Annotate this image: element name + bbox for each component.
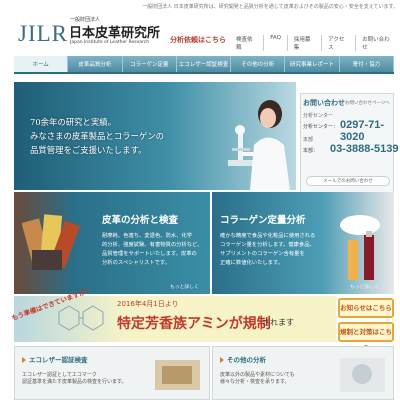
- leather-swatches-illustration: [22, 214, 81, 270]
- tab-eco-leather[interactable]: エコレザー認証検査: [177, 56, 232, 72]
- tab-donation[interactable]: 寄付・協力: [340, 56, 394, 72]
- logo-english: Japan Institute of Leather Research: [70, 40, 150, 45]
- leather-body-line: 的分析、強度試験、有害物質の分析など、: [102, 242, 203, 248]
- contact-title: お問い合わせ: [303, 99, 345, 107]
- leather-body-line: 品質管理をサポートいたします。皮革の: [102, 251, 197, 257]
- scientist-illustration: [242, 100, 290, 190]
- eco-leather-image: [155, 360, 200, 390]
- header-tagline: 一般財団法人 日本皮革研究所は、研究開発と品質分析を通じて皮革およびその製品の安…: [142, 4, 398, 10]
- logo-abbr[interactable]: JILR: [18, 21, 68, 47]
- analysis-request-link[interactable]: 分析依頼はこちら: [170, 35, 226, 45]
- regulation-measures-button[interactable]: 規制と対策はこちら: [338, 322, 394, 352]
- tab-leather-analysis[interactable]: 皮革品質分析: [68, 56, 123, 72]
- top-links: 検査依頼 FAQ 採用募集 アクセス お問い合わせ: [230, 35, 400, 51]
- top-link-access[interactable]: アクセス: [321, 35, 355, 51]
- arrow-right-icon: [220, 357, 224, 363]
- hero-line-3: 品質管理をご支援いたします。: [30, 145, 147, 155]
- logo-title[interactable]: 日本皮革研究所: [69, 22, 160, 41]
- other-body-line: 皮革以外の製品や素材についても: [220, 372, 295, 378]
- tab-research-report[interactable]: 研究事業レポート: [285, 56, 340, 72]
- leather-more-link[interactable]: もっと詳しく: [170, 283, 199, 290]
- eco-body-line: エコレザー認証としてエコマーク: [22, 372, 97, 378]
- eco-leather-title[interactable]: エコレザー認証検査: [22, 354, 88, 364]
- other-body-line: 様々な分析・検査を承ります。: [220, 379, 290, 385]
- phone1-label: 分析センター：: [303, 124, 339, 130]
- collagen-body-line: コラーゲン量を分析します。健康食品、: [220, 242, 315, 248]
- contact-center-label: 分析センター: [303, 113, 334, 119]
- banner-tail: されます: [262, 318, 294, 327]
- tab-other-analysis[interactable]: その他の分析: [231, 56, 286, 72]
- eco-title-text: エコレザー認証検査: [29, 356, 88, 364]
- mail-contact-button[interactable]: メールでのお問い合わせ: [306, 176, 390, 186]
- phone-number-hq[interactable]: 03-3888-5139: [330, 143, 399, 155]
- banner-headline: 特定芳香族アミンが規制: [117, 316, 271, 332]
- hero-line-1: 70余年の研究と実績。: [30, 117, 117, 127]
- phone2-label: 本部：: [303, 148, 319, 154]
- leather-body-line: 分析のスペシャリストです。: [102, 260, 170, 266]
- top-link-contact[interactable]: お問い合わせ: [355, 35, 400, 51]
- contact-hq-label: 本部: [303, 137, 314, 143]
- collagen-card-body: 確かな精度で食品や化粧品に使用される コラーゲン量を分析します。健康食品、 サプ…: [220, 232, 315, 268]
- leather-card-body: 耐摩耗、色落ち、変退色、防水、化学 的分析、強度試験、有害物質の分析など、 品質…: [102, 232, 202, 268]
- phone-number-center[interactable]: 0297-71-3020: [340, 119, 400, 143]
- news-button[interactable]: お知らせはこちら: [338, 298, 394, 318]
- collagen-body-line: 正確に数値化いたします。: [220, 260, 284, 266]
- collagen-card-title[interactable]: コラーゲン定量分析: [220, 212, 306, 226]
- hero-copy: 70余年の研究と実績。 みなさまの皮革製品とコラーゲンの 品質管理をご支援いたし…: [30, 115, 164, 157]
- contact-page-link[interactable]: お問い合わせページへ: [345, 100, 390, 106]
- collagen-body-line: 確かな精度で食品や化粧品に使用される: [220, 233, 316, 239]
- tab-home[interactable]: ホーム: [14, 56, 69, 72]
- hero-line-2: みなさまの皮革製品とコラーゲンの: [30, 131, 164, 141]
- other-analysis-title[interactable]: その他の分析: [220, 354, 266, 364]
- other-analysis-body: 皮革以外の製品や素材についても 様々な分析・検査を承ります。: [220, 372, 295, 386]
- collagen-products-illustration: [340, 215, 380, 280]
- other-analysis-image: [340, 358, 385, 392]
- eco-leather-body: エコレザー認証としてエコマーク 認証基準を満たす皮革製品の検査を行います。: [22, 372, 127, 386]
- other-title-text: その他の分析: [227, 356, 266, 364]
- leather-body-line: 耐摩耗、色落ち、変退色、防水、化学: [102, 233, 193, 239]
- eco-body-line: 認証基準を満たす皮革製品の検査を行います。: [22, 379, 127, 385]
- leather-card-title[interactable]: 皮革の分析と検査: [102, 212, 178, 226]
- top-link-recruit[interactable]: 採用募集: [286, 35, 321, 51]
- collagen-more-link[interactable]: もっと詳しく: [350, 283, 379, 290]
- collagen-body-line: サプリメントのコラーゲン含有量を: [220, 251, 305, 257]
- top-link-inspection[interactable]: 検査依頼: [230, 35, 263, 51]
- chemical-structure-icon: [58, 305, 104, 331]
- top-link-faq[interactable]: FAQ: [263, 35, 287, 51]
- main-nav: ホーム 皮革品質分析 コラーゲン定量 エコレザー認証検査 その他の分析 研究事業…: [14, 56, 394, 74]
- tab-collagen[interactable]: コラーゲン定量: [123, 56, 177, 72]
- arrow-right-icon: [22, 357, 26, 363]
- banner-date: 2016年4月1日より: [117, 300, 179, 308]
